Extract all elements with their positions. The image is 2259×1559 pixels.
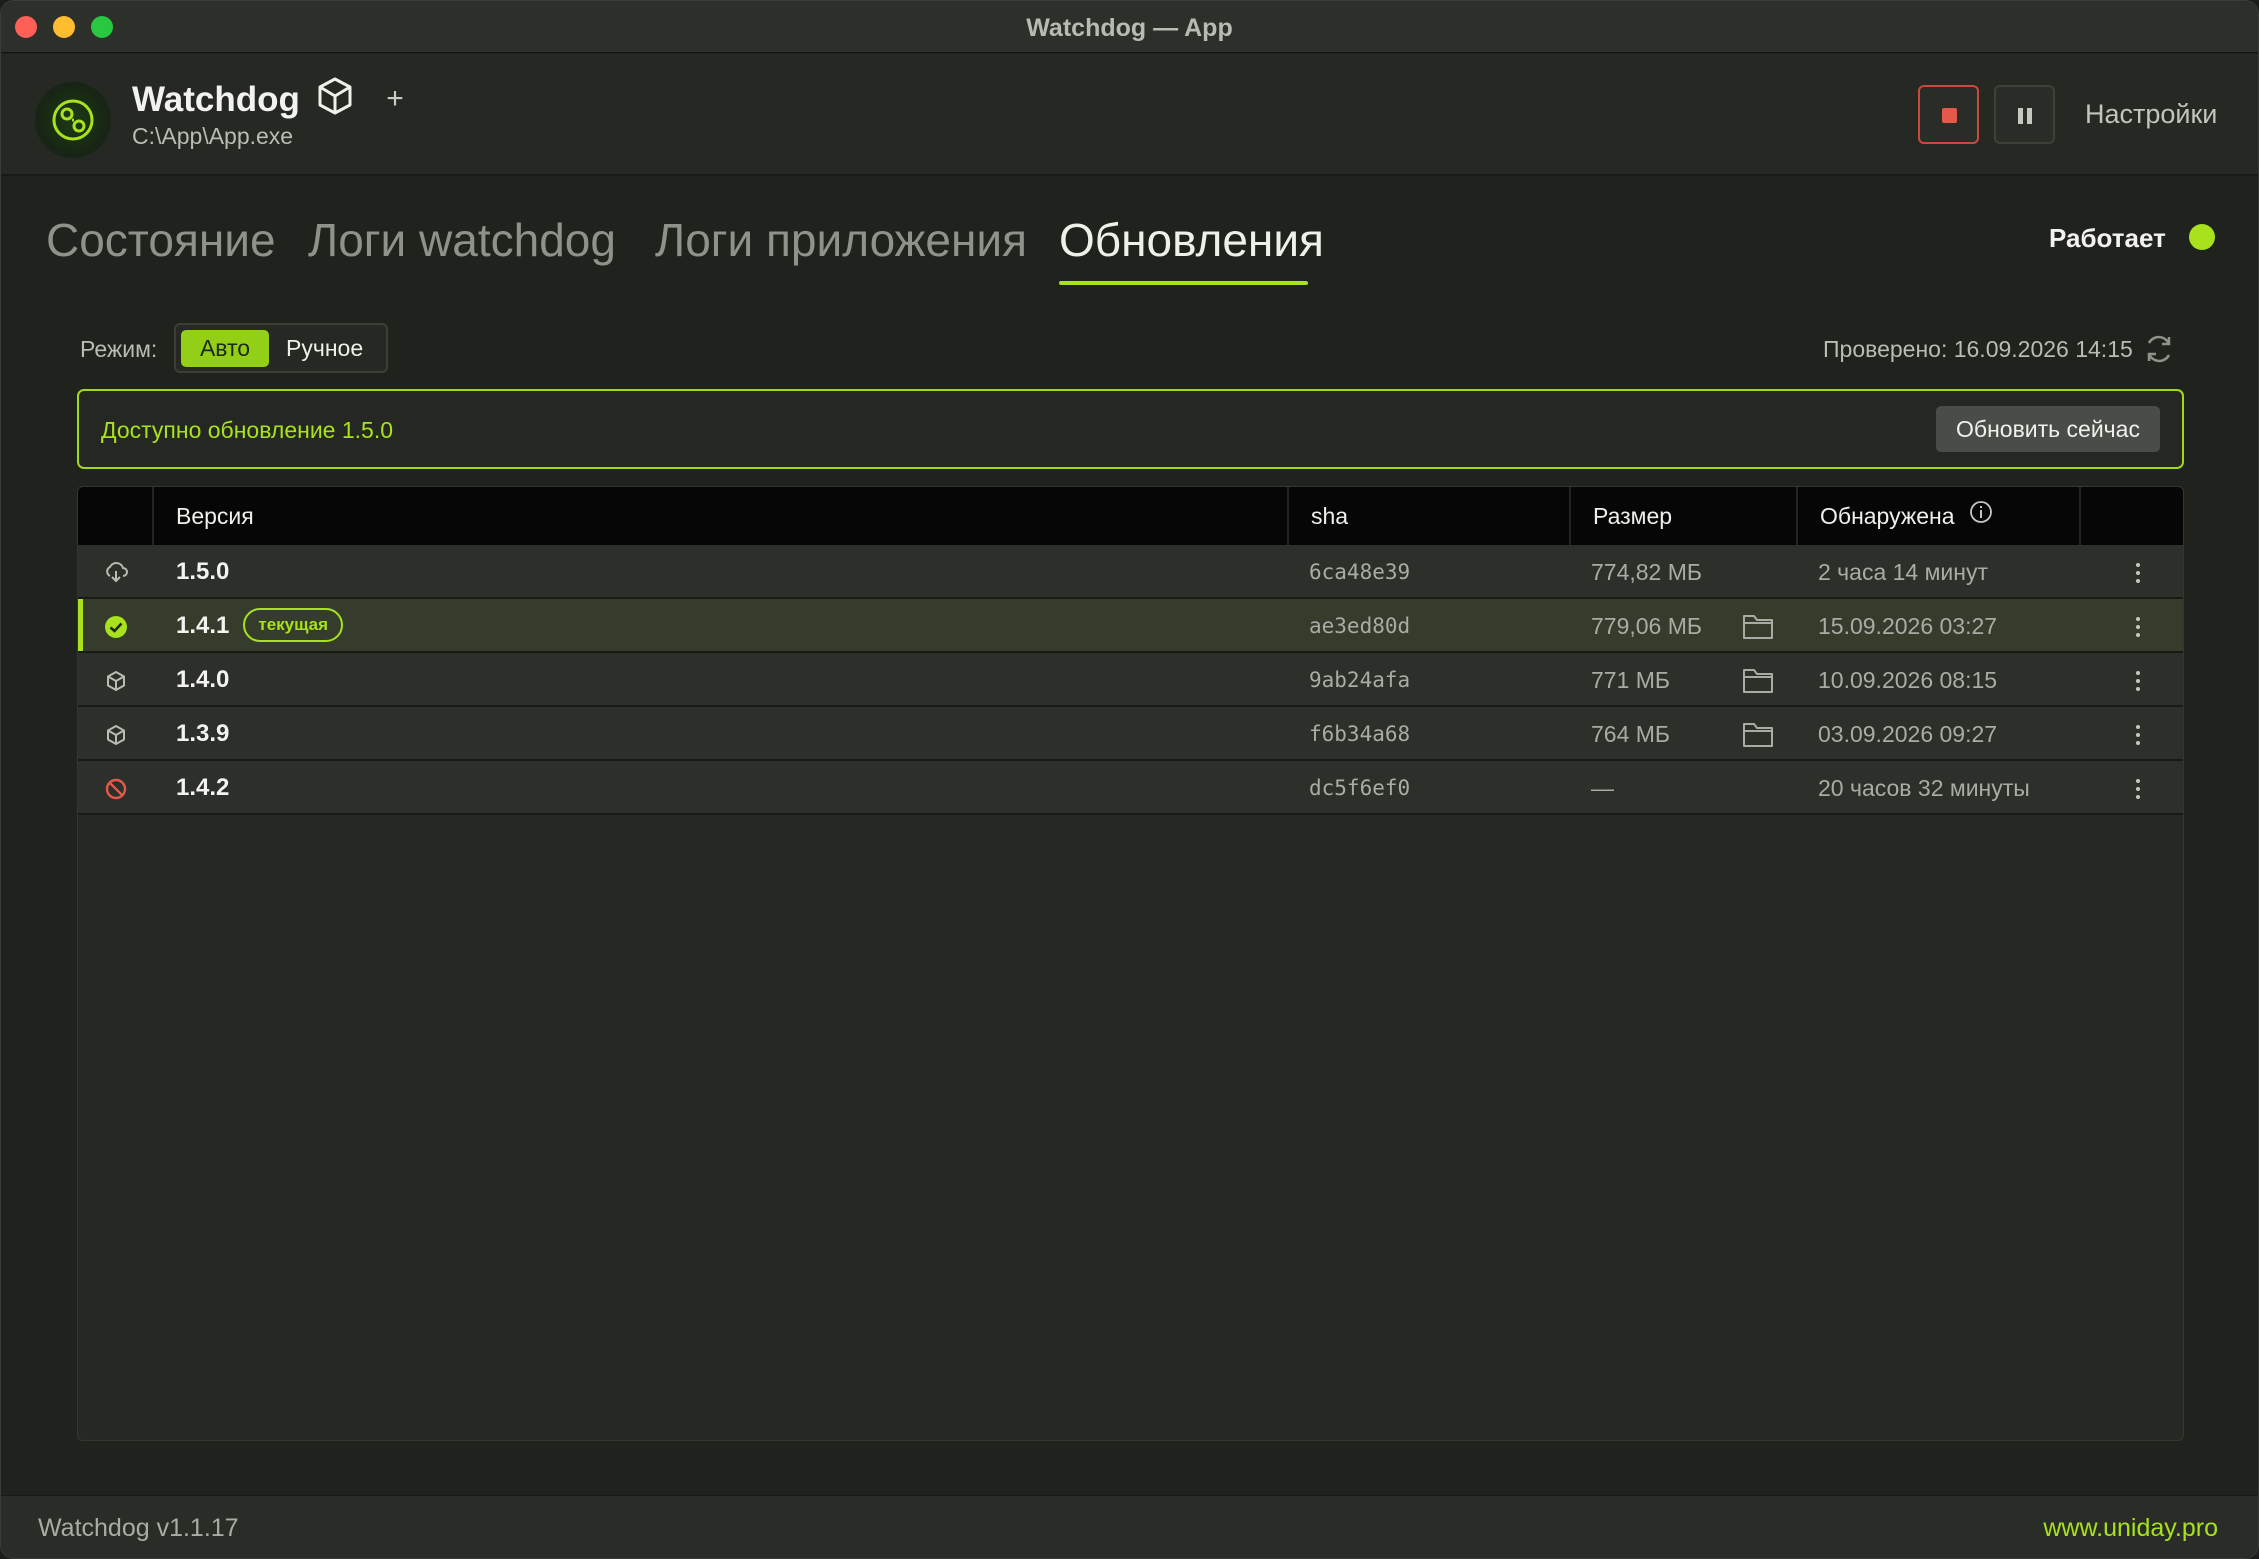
row-menu-icon[interactable] [2128, 776, 2148, 802]
sha-value: f6b34a68 [1309, 722, 1411, 746]
tab-status[interactable]: Состояние [46, 213, 276, 267]
package-icon [104, 669, 128, 698]
size-value: — [1591, 775, 1614, 801]
app-path: C:\App\App.exe [132, 123, 294, 149]
size-value: 764 МБ [1591, 721, 1671, 747]
status-indicator [2189, 224, 2215, 250]
app-name: Watchdog [132, 80, 300, 119]
version-label: 1.5.0 [176, 558, 230, 585]
title-bar: Watchdog — App [1, 1, 2258, 53]
folder-icon[interactable] [1742, 612, 1774, 645]
app-logo-icon [37, 84, 109, 156]
row-menu-icon[interactable] [2128, 614, 2148, 640]
version-label: 1.4.1 [176, 612, 230, 639]
folder-icon[interactable] [1742, 666, 1774, 699]
discovered-value: 20 часов 32 минуты [1818, 775, 2030, 801]
current-badge: текущая [243, 607, 344, 642]
tab-updates[interactable]: Обновления [1059, 213, 1324, 267]
footer: Watchdog v1.1.17 www.uniday.pro [1, 1495, 2258, 1558]
package-icon [104, 723, 128, 752]
version-label: 1.3.9 [176, 720, 230, 747]
column-discovered-label: Обнаружена [1820, 503, 1955, 529]
table-row[interactable]: 1.4.2 dc5f6ef0 — 20 часов 32 минуты [78, 761, 2183, 815]
row-menu-icon[interactable] [2128, 722, 2148, 748]
tab-watchdog-logs[interactable]: Логи watchdog [308, 213, 616, 267]
size-value: 771 МБ [1591, 667, 1671, 693]
size-value: 779,06 МБ [1591, 613, 1702, 639]
table-row[interactable]: 1.5.0 6ca48e39 774,82 МБ 2 часа 14 минут [78, 545, 2183, 599]
update-now-button[interactable]: Обновить сейчас [1936, 406, 2160, 452]
version-label: 1.4.2 [176, 774, 230, 801]
blocked-icon [104, 777, 128, 806]
app-window: Watchdog — App Watchdog + C:\App\App.exe… [0, 0, 2259, 1559]
update-banner: Доступно обновление 1.5.0 Обновить сейча… [77, 389, 2184, 469]
sha-value: dc5f6ef0 [1309, 776, 1411, 800]
column-actions [2079, 487, 2183, 545]
stop-button[interactable] [1918, 85, 1979, 144]
discovered-value: 10.09.2026 08:15 [1818, 667, 1998, 693]
stop-icon [1942, 108, 1957, 123]
settings-link[interactable]: Настройки [2085, 99, 2217, 130]
folder-icon[interactable] [1742, 720, 1774, 753]
refresh-icon[interactable] [2142, 332, 2176, 371]
discovered-value: 2 часа 14 минут [1818, 559, 1989, 585]
size-value: 774,82 МБ [1591, 559, 1702, 585]
mode-label: Режим: [80, 336, 158, 362]
last-checked: Проверено: 16.09.2026 14:15 [1823, 336, 2133, 362]
version-cell: 1.4.1 текущая [176, 599, 344, 653]
pause-button[interactable] [1994, 85, 2055, 144]
update-available-text: Доступно обновление 1.5.0 [101, 417, 394, 443]
discovered-value: 15.09.2026 03:27 [1818, 613, 1998, 639]
versions-table: Версия sha Размер Обнаружена 1.5.0 6ca48… [77, 486, 2184, 1441]
column-discovered[interactable]: Обнаружена [1796, 487, 2081, 545]
sha-value: 9ab24afa [1309, 668, 1411, 692]
column-version[interactable]: Версия [152, 487, 1364, 545]
unity-icon [315, 76, 355, 121]
app-version: Watchdog v1.1.17 [38, 1514, 239, 1542]
cloud-download-icon [104, 561, 128, 588]
website-link[interactable]: www.uniday.pro [2043, 1514, 2218, 1543]
info-icon[interactable] [1969, 487, 1993, 545]
add-app-button[interactable]: + [379, 82, 411, 122]
row-menu-icon[interactable] [2128, 668, 2148, 694]
table-header: Версия sha Размер Обнаружена [78, 487, 2183, 545]
mode-manual-option[interactable]: Ручное [286, 330, 378, 367]
table-row[interactable]: 1.3.9 f6b34a68 764 МБ 03.09.2026 09:27 [78, 707, 2183, 761]
discovered-value: 03.09.2026 09:27 [1818, 721, 1998, 747]
tab-app-logs[interactable]: Логи приложения [655, 213, 1027, 267]
sha-value: ae3ed80d [1309, 614, 1411, 638]
app-header: Watchdog + C:\App\App.exe Настройки [1, 54, 2258, 176]
mode-selector: Авто Ручное [174, 323, 388, 373]
row-menu-icon[interactable] [2128, 560, 2148, 586]
pause-icon [2018, 108, 2023, 124]
sha-value: 6ca48e39 [1309, 560, 1411, 584]
column-size[interactable]: Размер [1569, 487, 1798, 545]
column-sha[interactable]: sha [1287, 487, 1571, 545]
version-label: 1.4.0 [176, 666, 230, 693]
table-row[interactable]: 1.4.0 9ab24afa 771 МБ 10.09.2026 08:15 [78, 653, 2183, 707]
window-title: Watchdog — App [1026, 14, 1233, 42]
table-row[interactable]: 1.4.1 текущая ae3ed80d 779,06 МБ 15.09.20… [78, 599, 2183, 653]
active-tab-indicator [1059, 281, 1308, 285]
mode-auto-option[interactable]: Авто [181, 330, 269, 367]
status-label: Работает [2049, 223, 2166, 253]
check-circle-icon [104, 615, 128, 644]
